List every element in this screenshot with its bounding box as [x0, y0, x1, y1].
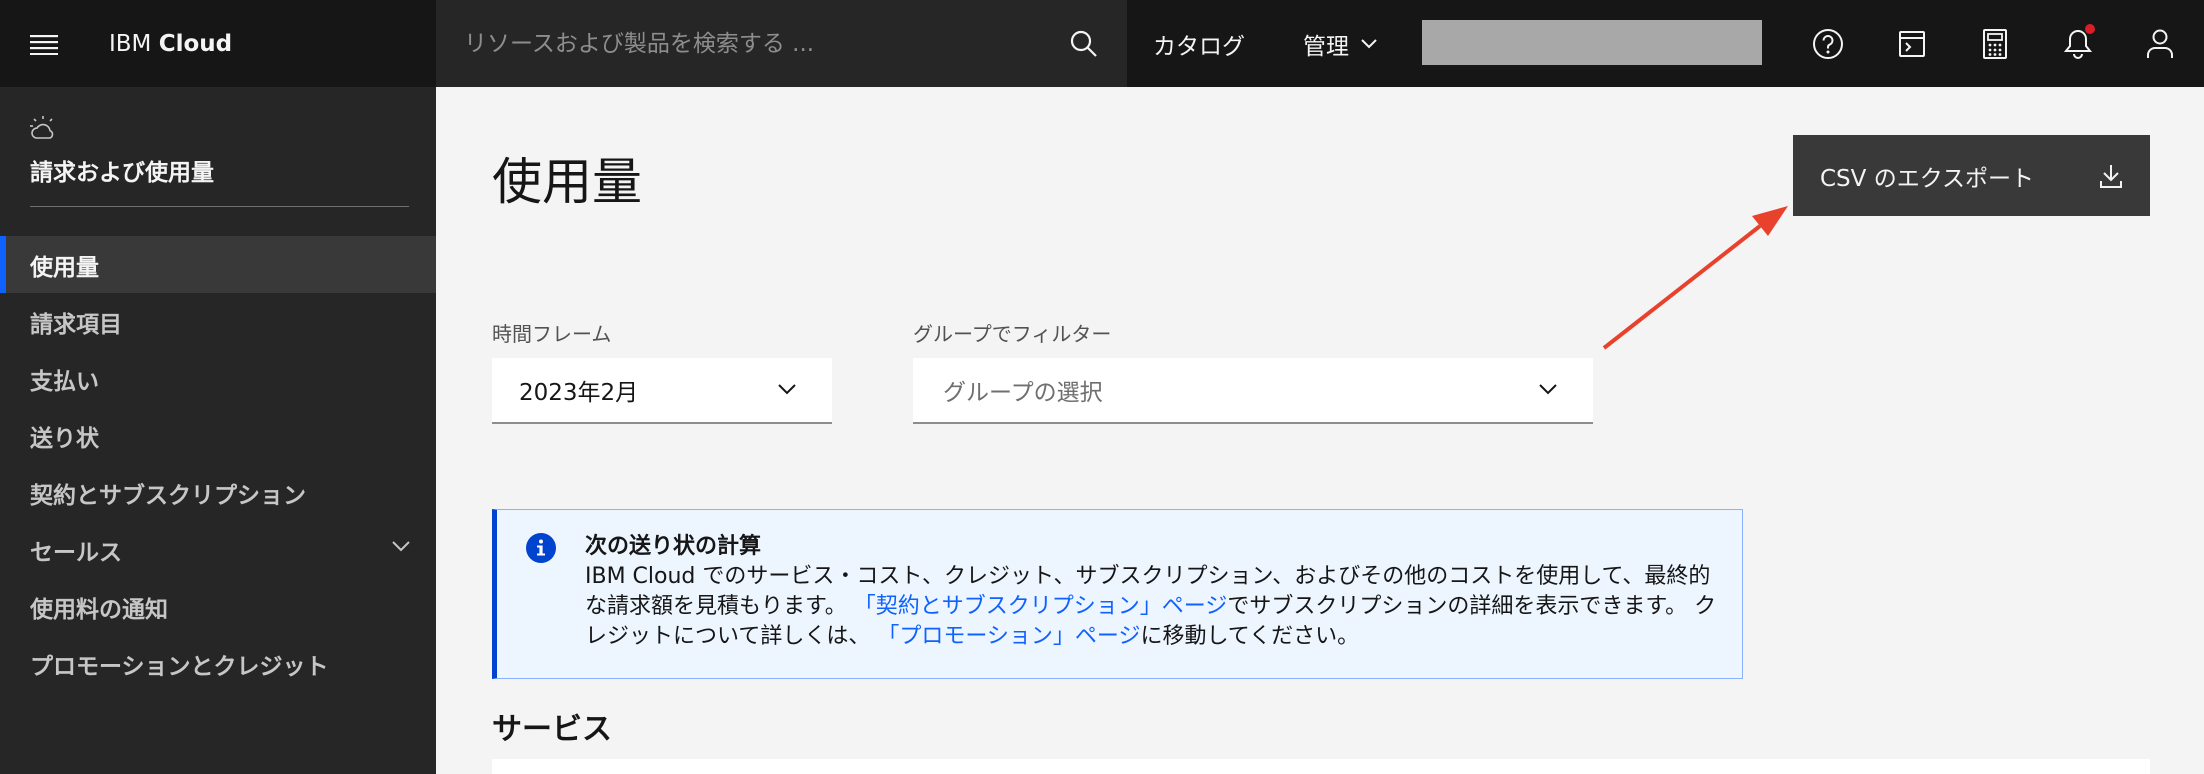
cost-estimator-icon[interactable]	[1953, 0, 2037, 87]
sidebar-item-promotions[interactable]: プロモーションとクレジット	[0, 635, 436, 692]
sidebar-divider	[30, 206, 409, 207]
page-title: 使用量	[492, 153, 642, 211]
search-bar	[436, 0, 1127, 87]
services-table	[492, 759, 2150, 774]
services-heading: サービス	[492, 712, 612, 747]
catalog-link[interactable]: カタログ	[1153, 0, 1245, 87]
invoice-info-notification: 次の送り状の計算 IBM Cloud でのサービス・コスト、クレジット、サブスク…	[492, 509, 1743, 679]
time-frame-dropdown[interactable]: 2023年2月	[492, 358, 832, 424]
help-icon[interactable]	[1786, 0, 1870, 87]
notice-body: 次の送り状の計算 IBM Cloud でのサービス・コスト、クレジット、サブスク…	[585, 532, 1725, 652]
cloud-shell-icon[interactable]	[1870, 0, 1954, 87]
billing-cloud-icon	[30, 116, 54, 139]
notice-text-part: に移動してください。	[1140, 624, 1360, 649]
sidebar-item-label: 請求項目	[30, 311, 122, 338]
chevron-down-icon	[778, 384, 796, 395]
sidebar-item-spending-notifications[interactable]: 使用料の通知	[0, 578, 436, 635]
manage-menu[interactable]: 管理	[1303, 0, 1377, 87]
sidebar-item-sales[interactable]: セールス	[0, 521, 436, 578]
sidebar-item-label: 使用料の通知	[30, 596, 168, 623]
promotions-page-link[interactable]: 「プロモーション」ページ	[877, 624, 1140, 649]
group-filter-label: グループでフィルター	[913, 322, 1112, 346]
sidebar-item-label: 送り状	[30, 425, 99, 452]
sidebar-item-label: セールス	[30, 539, 122, 566]
annotation-arrow-icon	[1602, 206, 1788, 350]
sidebar-item-invoices[interactable]: 送り状	[0, 407, 436, 464]
chevron-down-icon	[1361, 38, 1377, 48]
sidebar-item-commitments[interactable]: 契約とサブスクリプション	[0, 464, 436, 521]
sidebar-item-label: プロモーションとクレジット	[30, 653, 329, 680]
time-frame-value: 2023年2月	[519, 380, 639, 406]
sidebar-item-billing-items[interactable]: 請求項目	[0, 293, 436, 350]
sidebar: 請求および使用量 使用量 請求項目 支払い 送り状 契約とサブスクリプション セ…	[0, 87, 436, 774]
search-input[interactable]	[436, 30, 1036, 57]
account-switcher[interactable]	[1422, 20, 1762, 65]
notification-badge	[2085, 24, 2095, 34]
notification-icon[interactable]	[2036, 0, 2120, 87]
info-icon	[526, 533, 556, 563]
export-csv-label: CSV のエクスポート	[1820, 165, 2035, 192]
sidebar-item-label: 契約とサブスクリプション	[30, 482, 306, 509]
user-avatar-icon[interactable]	[2118, 0, 2202, 87]
commitments-page-link[interactable]: 「契約とサブスクリプション」ページ	[854, 594, 1228, 619]
sidebar-item-payments[interactable]: 支払い	[0, 350, 436, 407]
manage-menu-label: 管理	[1303, 33, 1349, 60]
group-filter-placeholder: グループの選択	[943, 380, 1103, 406]
time-frame-label: 時間フレーム	[492, 322, 612, 346]
notice-text: IBM Cloud でのサービス・コスト、クレジット、サブスクリプション、および…	[585, 562, 1725, 652]
search-icon[interactable]	[1040, 0, 1127, 87]
group-filter-dropdown[interactable]: グループの選択	[913, 358, 1593, 424]
top-header: IBM Cloud カタログ 管理	[0, 0, 2204, 87]
download-icon	[2100, 165, 2122, 188]
menu-icon[interactable]	[0, 0, 87, 87]
chevron-down-icon	[1539, 384, 1557, 395]
sidebar-item-label: 使用量	[30, 254, 99, 281]
sidebar-nav: 使用量 請求項目 支払い 送り状 契約とサブスクリプション セールス 使用料の通…	[0, 236, 436, 692]
brand-logo[interactable]: IBM Cloud	[109, 31, 436, 57]
export-csv-button[interactable]: CSV のエクスポート	[1793, 135, 2150, 216]
sidebar-item-label: 支払い	[30, 368, 99, 395]
notice-title: 次の送り状の計算	[585, 534, 762, 559]
sidebar-title: 請求および使用量	[30, 160, 214, 186]
chevron-down-icon	[392, 541, 410, 552]
sidebar-item-usage[interactable]: 使用量	[0, 236, 436, 293]
